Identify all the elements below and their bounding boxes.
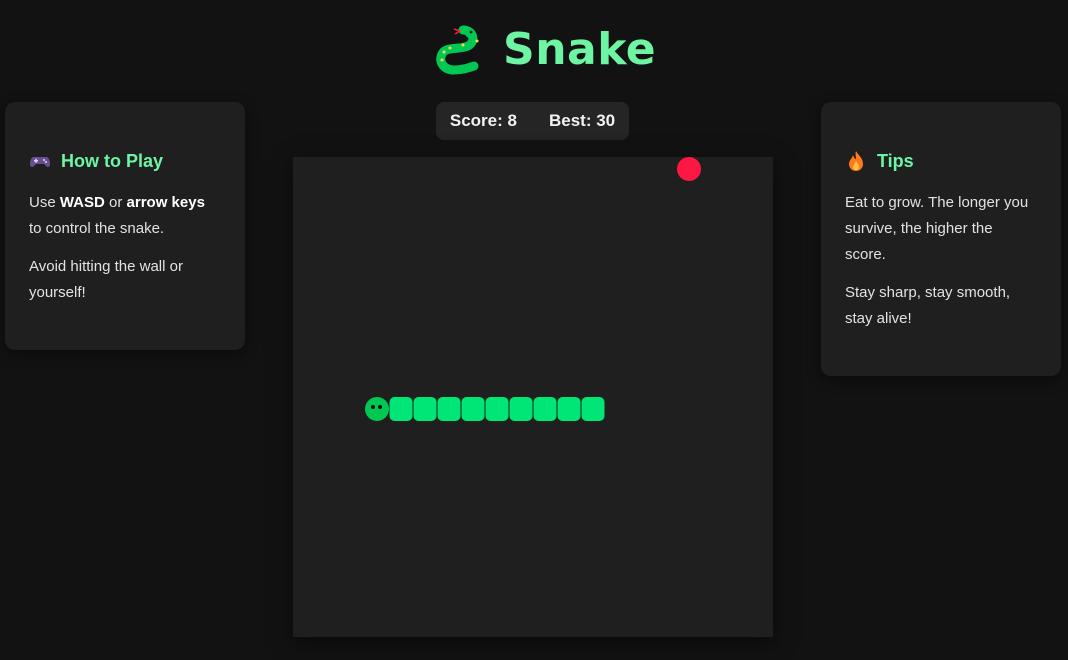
food (677, 157, 701, 181)
arrow-keys: arrow keys (126, 194, 205, 211)
snake-eye (371, 405, 375, 409)
controls-or: or (104, 194, 127, 211)
snake-segment (389, 397, 413, 421)
how-to-play-title: How to Play (61, 151, 164, 171)
snake-segment (533, 397, 557, 421)
wasd-keys: WASD (59, 194, 105, 211)
controls-prefix: Use (29, 194, 60, 211)
snake-head (365, 397, 389, 421)
avoid-text: Avoid hitting the wall or yourself! (29, 258, 183, 301)
snake-segment (437, 397, 461, 421)
snake-icon (436, 25, 479, 75)
score-value: Score: 8 (449, 111, 517, 130)
snake-segment (581, 397, 605, 421)
page-title: Snake (503, 24, 657, 75)
gamepad-icon (30, 157, 50, 168)
fire-icon (849, 151, 863, 171)
tips-panel: Tips Eat to grow. The longer you survive… (821, 102, 1061, 376)
game-canvas[interactable] (293, 157, 773, 637)
score-bar: Score: 8 Best: 30 (436, 102, 629, 140)
tips-text-1: Eat to grow. The longer you survive, the… (845, 194, 1029, 263)
game-board[interactable] (293, 157, 773, 637)
snake-segment (557, 397, 581, 421)
tips-title: Tips (877, 151, 914, 171)
snake-segment (485, 397, 509, 421)
best-score-value: Best: 30 (548, 111, 616, 130)
how-to-play-heading: How to Play (29, 150, 221, 172)
how-to-play-panel: How to Play Use WASD or arrow keys to co… (5, 102, 245, 350)
controls-suffix: to control the snake. (29, 220, 165, 237)
snake-segment (509, 397, 533, 421)
snake-segment (461, 397, 485, 421)
header: Snake (0, 0, 1068, 100)
tips-text-2: Stay sharp, stay smooth, stay alive! (845, 284, 1011, 327)
snake-eye (378, 405, 382, 409)
tips-heading: Tips (845, 150, 1037, 172)
snake-segment (413, 397, 437, 421)
controls-text: Use WASD or arrow keys to control the sn… (29, 190, 221, 242)
